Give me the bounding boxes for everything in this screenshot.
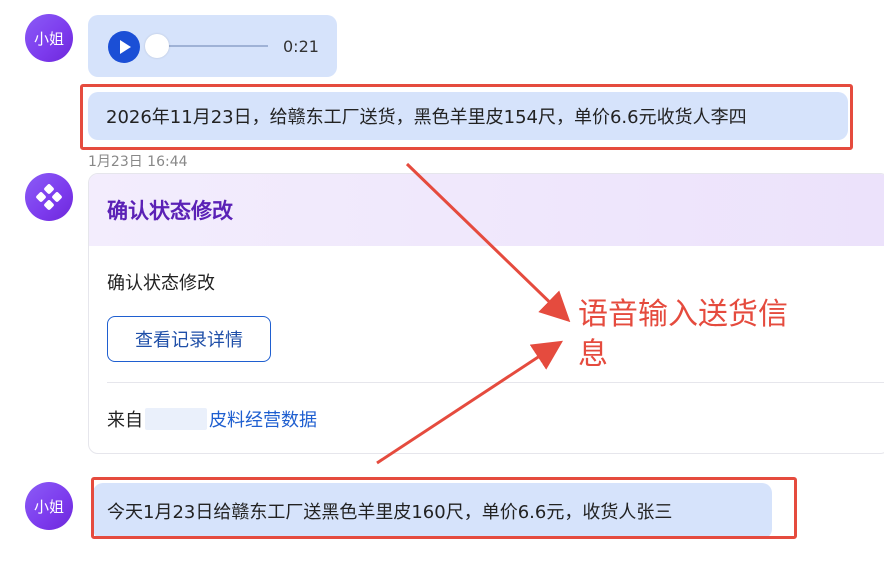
annotation-text: 语音输入送货信息 xyxy=(578,297,788,372)
chat-screen: 小姐 0:21 2026年11月23日，给赣东工厂送货，黑色羊里皮154尺，单价… xyxy=(0,0,884,569)
highlight-box-bottom xyxy=(91,477,797,539)
user-avatar[interactable]: 小姐 xyxy=(25,482,73,530)
avatar-label: 小姐 xyxy=(33,497,64,516)
arrow-to-transcription xyxy=(405,162,571,323)
arrow-to-bottom-message xyxy=(376,340,564,465)
